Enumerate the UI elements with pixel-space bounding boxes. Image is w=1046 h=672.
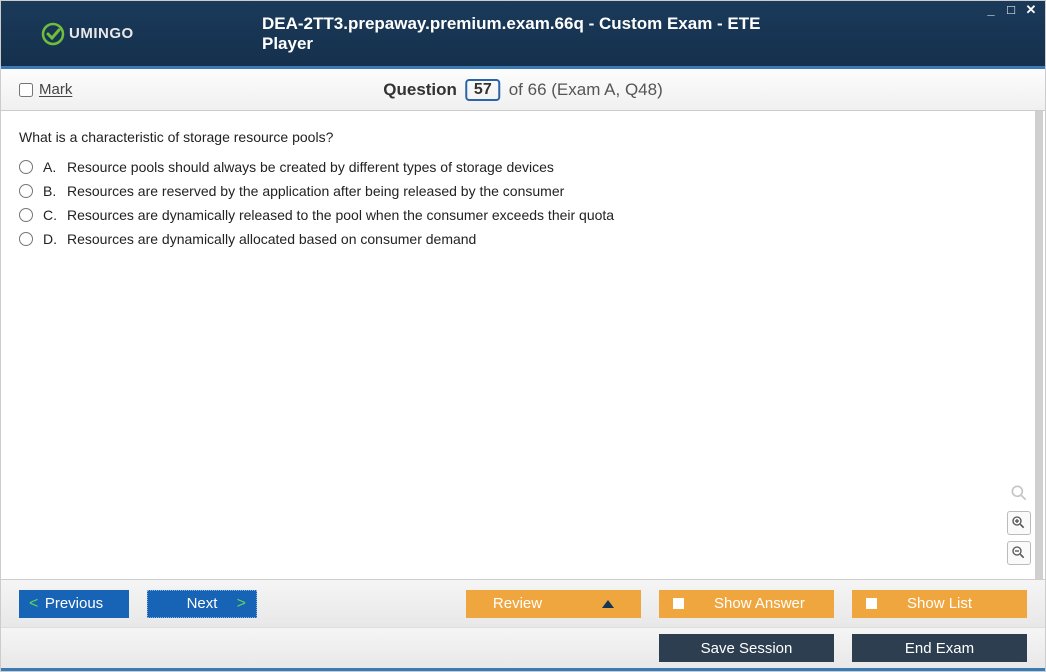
content-area: What is a characteristic of storage reso… — [1, 111, 1045, 579]
question-label: Question — [383, 80, 457, 100]
review-button[interactable]: Review — [466, 590, 641, 618]
answer-option[interactable]: B. Resources are reserved by the applicat… — [19, 183, 1027, 199]
question-bar: Mark Question 57 of 66 (Exam A, Q48) — [1, 69, 1045, 111]
answer-option[interactable]: D. Resources are dynamically allocated ba… — [19, 231, 1027, 247]
option-radio[interactable] — [19, 184, 33, 198]
titlebar: UMINGO DEA-2TT3.prepaway.premium.exam.66… — [1, 1, 1045, 69]
footer-secondary: Save Session End Exam — [1, 627, 1045, 671]
show-list-button[interactable]: Show List — [852, 590, 1027, 618]
option-radio[interactable] — [19, 160, 33, 174]
option-radio[interactable] — [19, 232, 33, 246]
minimize-icon[interactable]: _ — [983, 3, 999, 17]
question-of-total: of 66 (Exam A, Q48) — [509, 80, 663, 100]
vertical-scrollbar[interactable] — [1035, 111, 1043, 579]
option-letter: A. — [43, 159, 57, 175]
zoom-in-icon[interactable] — [1007, 511, 1031, 535]
option-text: Resource pools should always be created … — [67, 159, 554, 175]
save-session-label: Save Session — [701, 640, 793, 657]
footer-primary: < Previous Next > Review Show Answer Sho… — [1, 579, 1045, 627]
answer-option[interactable]: C. Resources are dynamically released to … — [19, 207, 1027, 223]
logo-text: UMINGO — [69, 25, 134, 42]
answer-option[interactable]: A. Resource pools should always be create… — [19, 159, 1027, 175]
end-exam-label: End Exam — [905, 640, 974, 657]
show-answer-label: Show Answer — [714, 595, 805, 612]
option-text: Resources are reserved by the applicatio… — [67, 183, 564, 199]
chevron-right-icon: > — [237, 595, 246, 613]
maximize-icon[interactable]: □ — [1003, 3, 1019, 17]
question-number: 57 — [465, 79, 501, 101]
square-icon — [673, 598, 684, 609]
option-letter: B. — [43, 183, 57, 199]
option-text: Resources are dynamically released to th… — [67, 207, 614, 223]
triangle-up-icon — [602, 600, 614, 608]
square-icon — [866, 598, 877, 609]
window-title: DEA-2TT3.prepaway.premium.exam.66q - Cus… — [262, 14, 784, 54]
logo: UMINGO — [41, 22, 134, 46]
show-answer-button[interactable]: Show Answer — [659, 590, 834, 618]
option-radio[interactable] — [19, 208, 33, 222]
option-letter: D. — [43, 231, 57, 247]
show-list-label: Show List — [907, 595, 972, 612]
search-icon[interactable] — [1007, 481, 1031, 505]
mark-checkbox[interactable] — [19, 83, 33, 97]
next-button[interactable]: Next > — [147, 590, 257, 618]
end-exam-button[interactable]: End Exam — [852, 634, 1027, 662]
zoom-out-icon[interactable] — [1007, 541, 1031, 565]
save-session-button[interactable]: Save Session — [659, 634, 834, 662]
previous-button[interactable]: < Previous — [19, 590, 129, 618]
mark-label: Mark — [39, 81, 72, 98]
review-label: Review — [493, 595, 542, 612]
zoom-tools — [1007, 481, 1031, 565]
close-icon[interactable]: ✕ — [1023, 3, 1039, 17]
mark-checkbox-wrap[interactable]: Mark — [19, 81, 72, 98]
window-controls: _ □ ✕ — [983, 3, 1039, 17]
option-text: Resources are dynamically allocated base… — [67, 231, 476, 247]
previous-label: Previous — [45, 595, 103, 612]
next-label: Next — [187, 595, 218, 612]
checkmark-icon — [41, 22, 65, 46]
question-indicator: Question 57 of 66 (Exam A, Q48) — [383, 79, 662, 101]
option-letter: C. — [43, 207, 57, 223]
chevron-left-icon: < — [29, 595, 38, 613]
question-text: What is a characteristic of storage reso… — [19, 129, 1027, 145]
